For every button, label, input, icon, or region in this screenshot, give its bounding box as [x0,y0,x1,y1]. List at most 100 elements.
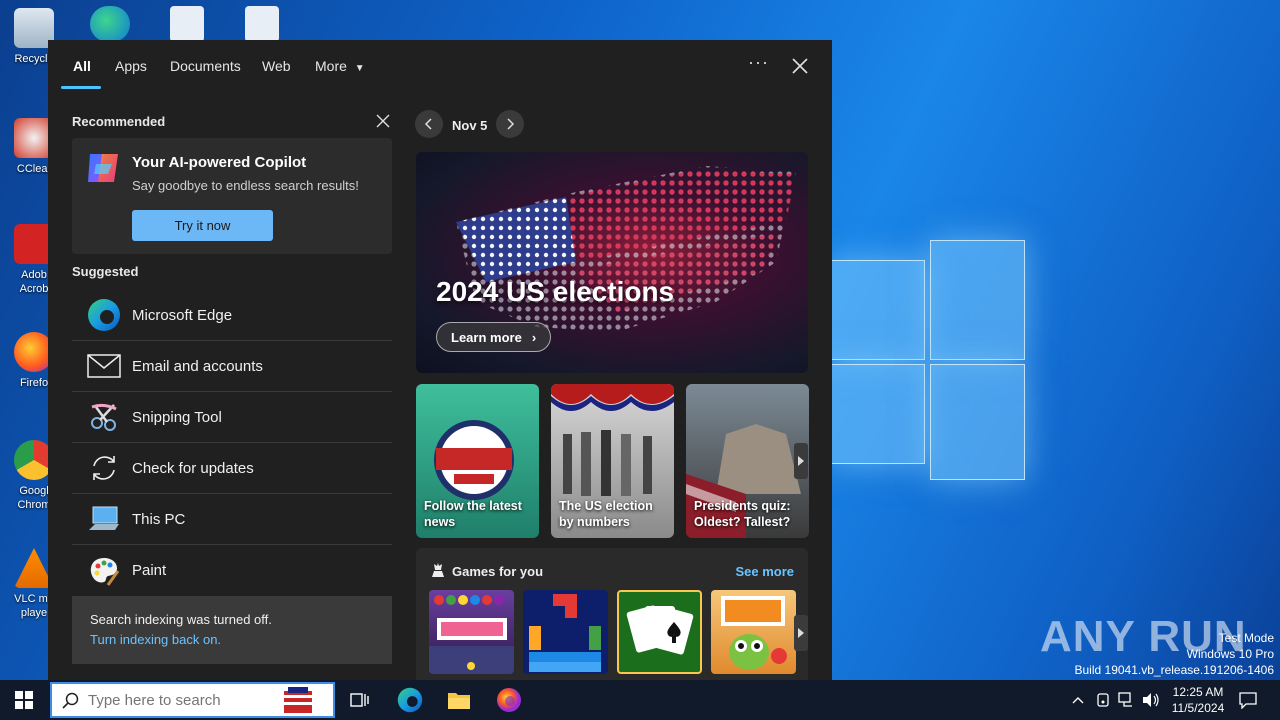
search-panel: All Apps Documents Web More ▼ ··· Recomm… [48,40,832,680]
tab-more[interactable]: More ▼ [315,58,365,74]
mail-icon [86,348,122,384]
build-text: Build 19041.vb_release.191206-1406 [1074,663,1275,677]
solitaire-art [626,605,694,655]
games-section: Games for you See more [416,548,808,680]
show-hidden-icons-chevron-icon[interactable] [1072,696,1084,704]
cut-the-rope-art [721,596,787,670]
tab-all[interactable]: All [73,58,91,74]
task-view-button[interactable] [344,684,376,716]
edge-icon [397,687,423,713]
clock[interactable]: 12:25 AM 11/5/2024 [1160,684,1236,716]
see-more-link[interactable]: See more [735,564,794,579]
taskbar-firefox-button[interactable] [493,684,525,716]
bubble-shooter-art [429,595,514,674]
taskbar-edge-button[interactable] [394,684,426,716]
copilot-icon [88,154,118,182]
suggested-item-label: This PC [132,510,186,528]
try-it-now-button[interactable]: Try it now [132,210,273,241]
search-input[interactable] [88,692,268,709]
suggested-item-check-updates[interactable]: Check for updates [72,443,392,494]
computer-icon [86,501,122,537]
news-scroll-right-button[interactable] [794,443,808,479]
edge-desktop-icon[interactable] [90,6,130,42]
copilot-card: Your AI-powered Copilot Say goodbye to e… [72,138,392,254]
date-label: Nov 5 [452,118,488,133]
search-icon [62,692,79,709]
palette-icon [86,553,122,589]
start-button[interactable] [0,680,48,720]
taskbar: 12:25 AM 11/5/2024 [0,680,1280,720]
learn-more-button[interactable]: Learn more › [436,322,552,352]
folder-icon [448,693,470,709]
dismiss-recommended-icon[interactable] [374,112,392,130]
tile-label: Follow the latest news [424,499,522,529]
taskbar-file-explorer-button[interactable] [443,684,475,716]
task-view-icon [350,693,369,707]
suggested-list: Microsoft Edge Email and accounts Snippi… [72,290,392,596]
indexing-text: Search indexing was turned off. [90,612,272,627]
game-piece-icon [432,563,444,577]
suggested-item-label: Email and accounts [132,357,263,375]
copilot-title: Your AI-powered Copilot [132,154,307,171]
more-options-icon[interactable]: ··· [748,52,769,73]
suggested-item-edge[interactable]: Microsoft Edge [72,290,392,341]
election-search-highlight-icon [284,687,312,713]
suggested-item-label: Paint [132,562,167,579]
close-icon[interactable] [788,54,812,78]
news-tile-voted[interactable]: Follow the latest news [416,384,539,538]
windows-start-icon [15,691,33,709]
clock-time: 12:25 AM [1172,685,1224,699]
device-icon[interactable] [1095,692,1111,708]
games-scroll-right-button[interactable] [794,615,808,651]
chevron-left-icon [424,118,432,130]
next-day-button[interactable] [496,110,524,138]
tab-web[interactable]: Web [262,58,291,74]
clock-date: 11/5/2024 [1171,701,1225,715]
game-solitaire[interactable] [617,590,702,674]
game-bubble-shooter[interactable] [429,590,514,674]
hero-card[interactable]: 2024 US elections Learn more › [416,152,808,373]
document-desktop-icon-2[interactable] [245,6,279,42]
block-puzzle-art [529,594,601,672]
firefox-icon [497,688,521,712]
tab-apps[interactable]: Apps [115,58,147,74]
test-mode-text: Test Mode [1218,631,1274,645]
caret-right-icon [798,456,804,466]
scissors-icon [86,399,122,435]
volume-icon[interactable] [1142,692,1160,708]
game-cut-the-rope[interactable] [711,590,796,674]
suggested-item-label: Microsoft Edge [132,306,233,324]
active-tab-indicator [61,86,101,89]
document-desktop-icon[interactable] [170,6,204,42]
windows-build-info: Test Mode Windows 10 Pro Build 19041.vb_… [1075,630,1275,678]
news-tile-presidents-quiz[interactable]: Presidents quiz: Oldest? Tallest? [686,384,809,538]
network-icon[interactable] [1118,692,1136,708]
caret-right-icon [798,628,804,638]
suggested-item-email[interactable]: Email and accounts [72,341,392,392]
copilot-subtitle: Say goodbye to endless search results! [132,178,359,193]
suggested-item-label: Snipping Tool [132,408,222,426]
news-tile-election-numbers[interactable]: The US election by numbers [551,384,674,538]
tab-more-label: More [315,58,347,74]
taskbar-search-box[interactable] [50,682,335,718]
indexing-notice: Search indexing was turned off. Turn ind… [72,596,392,664]
tab-documents[interactable]: Documents [170,58,241,74]
tile-label: The US election by numbers [559,499,653,529]
windows-logo [830,240,1030,480]
edge-icon [86,297,122,333]
hero-title: 2024 US elections [436,276,675,307]
suggested-heading: Suggested [72,264,139,279]
game-block-puzzle[interactable] [523,590,608,674]
suggested-item-this-pc[interactable]: This PC [72,494,392,545]
chevron-right-icon: › [531,329,537,345]
learn-more-label: Learn more [451,329,522,345]
games-heading: Games for you [452,564,544,579]
caret-down-icon: ▼ [354,63,365,74]
turn-indexing-on-link[interactable]: Turn indexing back on. [90,632,221,647]
action-center-icon[interactable] [1238,691,1258,709]
suggested-item-paint[interactable]: Paint [72,545,392,596]
previous-day-button[interactable] [415,110,443,138]
suggested-item-snipping-tool[interactable]: Snipping Tool [72,392,392,443]
search-tabs: All Apps Documents Web More ▼ ··· [48,40,832,96]
refresh-icon [86,450,122,486]
